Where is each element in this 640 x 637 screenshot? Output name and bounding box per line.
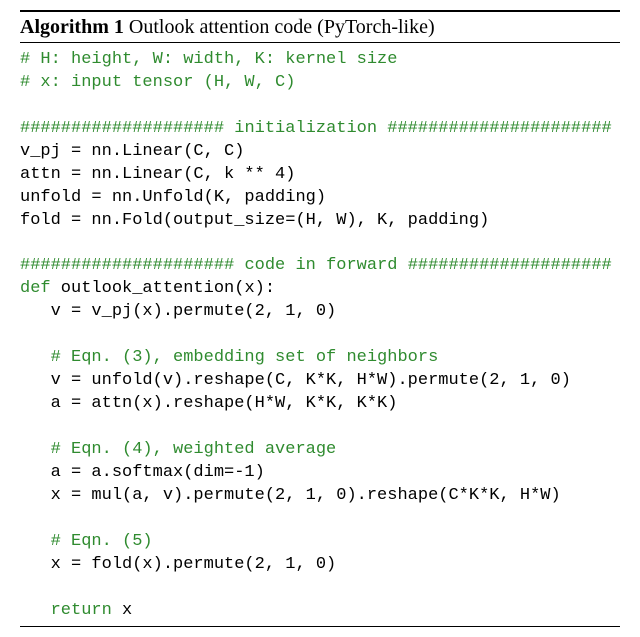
line-x1: x = mul(a, v).permute(2, 1, 0).reshape(C… [20, 486, 561, 505]
algorithm-title-line: Algorithm 1 Outlook attention code (PyTo… [20, 12, 620, 42]
ret-pad [20, 601, 51, 620]
keyword-return: return [51, 601, 112, 620]
line-a1: a = attn(x).reshape(H*W, K*K, K*K) [20, 394, 397, 413]
algorithm-code: # H: height, W: width, K: kernel size # … [20, 49, 620, 622]
comment-init-hashes-right: ###################### [387, 119, 611, 138]
comment-fwd-hashes-left: ##################### [20, 256, 234, 275]
comment-dims: # H: height, W: width, K: kernel size [20, 50, 397, 69]
line-a2: a = a.softmax(dim=-1) [20, 463, 265, 482]
comment-fwd-label: code in forward [234, 256, 407, 275]
line-v1: v = v_pj(x).permute(2, 1, 0) [20, 302, 336, 321]
line-unfold: unfold = nn.Unfold(K, padding) [20, 188, 326, 207]
comment-eqn5: # Eqn. (5) [20, 532, 153, 551]
comment-eqn4: # Eqn. (4), weighted average [20, 440, 336, 459]
bottom-rule [20, 626, 620, 627]
comment-eqn3: # Eqn. (3), embedding set of neighbors [20, 348, 438, 367]
algorithm-block: Algorithm 1 Outlook attention code (PyTo… [20, 10, 620, 627]
comment-fwd-hashes-right: #################### [408, 256, 612, 275]
line-x2: x = fold(x).permute(2, 1, 0) [20, 555, 336, 574]
mid-rule [20, 42, 620, 43]
line-vpj: v_pj = nn.Linear(C, C) [20, 142, 244, 161]
comment-init-hashes-left: #################### [20, 119, 224, 138]
line-v2: v = unfold(v).reshape(C, K*K, H*W).permu… [20, 371, 571, 390]
algorithm-caption: Outlook attention code (PyTorch-like) [129, 16, 435, 38]
line-attn: attn = nn.Linear(C, k ** 4) [20, 165, 295, 184]
line-fold: fold = nn.Fold(output_size=(H, W), K, pa… [20, 211, 489, 230]
comment-init-label: initialization [224, 119, 387, 138]
algorithm-number: Algorithm 1 [20, 16, 124, 38]
return-x: x [112, 601, 132, 620]
keyword-def: def [20, 279, 51, 298]
comment-input: # x: input tensor (H, W, C) [20, 73, 295, 92]
line-defname: outlook_attention(x): [51, 279, 275, 298]
